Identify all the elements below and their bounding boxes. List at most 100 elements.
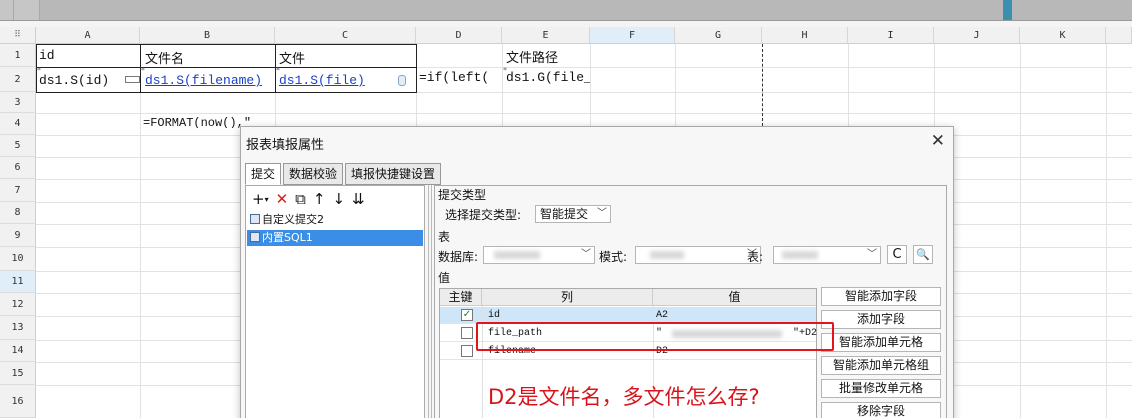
cell-d2[interactable]: =if(left( (419, 70, 502, 90)
table-select[interactable]: ﹀ (773, 246, 881, 264)
cell-c2[interactable]: ds1.S(file) (275, 67, 417, 93)
row-header-9[interactable]: 9 (0, 224, 36, 247)
move-down-icon[interactable]: ↓ (332, 190, 345, 208)
submit-list-toolbar: +▾ ✕ ⧉ ↑ ↓ ⇊ (252, 190, 365, 209)
row-header-12[interactable]: 12 (0, 293, 36, 316)
submit-list-panel: +▾ ✕ ⧉ ↑ ↓ ⇊ 自定义提交2 内置SQL1 (245, 185, 425, 418)
cell-e2[interactable]: ds1.G(file_ (506, 70, 590, 90)
list-item-label: 内置SQL1 (262, 231, 313, 244)
smart-add-cell-group-button[interactable]: 智能添加单元格组 (821, 356, 941, 375)
delete-icon[interactable]: ✕ (276, 190, 289, 208)
row-header-10[interactable]: 10 (0, 247, 36, 271)
row-header-3[interactable]: 3 (0, 92, 36, 113)
dialog-tabs: 提交 数据校验 填报快捷键设置 (245, 163, 442, 185)
redacted-value (494, 251, 540, 259)
tab-submit[interactable]: 提交 (245, 163, 282, 185)
tab-data-validation[interactable]: 数据校验 (283, 163, 344, 185)
primary-key-checkbox[interactable]: ✓ (461, 309, 473, 321)
row-header-13[interactable]: 13 (0, 316, 36, 340)
cell-b1[interactable]: 文件名 (140, 44, 276, 68)
row-header-16[interactable]: 16 (0, 385, 36, 418)
cell-corner-mark: * (37, 66, 41, 75)
primary-key-checkbox[interactable] (461, 327, 473, 339)
cell-c1[interactable]: 文件 (275, 44, 417, 68)
chevron-down-icon: ﹀ (597, 208, 607, 219)
tab-fill-shortcuts[interactable]: 填报快捷键设置 (345, 163, 442, 185)
row-header-5[interactable]: 5 (0, 135, 36, 157)
column-header-g[interactable]: G (675, 27, 762, 44)
column-header-h[interactable]: H (762, 27, 848, 44)
smart-add-cell-button[interactable]: 智能添加单元格 (821, 333, 941, 352)
table-group-label: 表 (438, 230, 451, 244)
database-label: 数据库: (438, 250, 479, 264)
header-value[interactable]: 值 (653, 289, 816, 306)
add-field-button[interactable]: 添加字段 (821, 310, 941, 329)
database-select[interactable]: ﹀ (483, 246, 595, 264)
row-header-4[interactable]: 4 (0, 113, 36, 135)
values-group-label: 值 (438, 271, 451, 285)
column-header-a[interactable]: A (36, 27, 140, 44)
cell-a1[interactable]: id (36, 44, 141, 68)
select-all-corner[interactable]: ⠿ (0, 27, 36, 44)
dialog-title: 报表填报属性 (246, 138, 325, 153)
column-header-c[interactable]: C (275, 27, 416, 44)
smart-add-field-button[interactable]: 智能添加字段 (821, 287, 941, 306)
page-break-line (762, 44, 763, 126)
column-header-j[interactable]: J (934, 27, 1020, 44)
refresh-icon[interactable]: C (887, 245, 907, 264)
chevron-down-icon: ﹀ (867, 249, 877, 260)
cell-corner-mark: * (141, 66, 145, 75)
row-header-2[interactable]: 2 (0, 67, 36, 92)
add-icon[interactable]: +▾ (252, 190, 269, 209)
column-header-extra[interactable] (1106, 27, 1132, 44)
primary-key-checkbox[interactable] (461, 345, 473, 357)
row-header-14[interactable]: 14 (0, 340, 36, 362)
submit-item-icon (250, 232, 260, 242)
column-header-k[interactable]: K (1020, 27, 1106, 44)
row-header-7[interactable]: 7 (0, 179, 36, 202)
add-icon-glyph: + (252, 189, 265, 208)
toolbar-segment (0, 0, 14, 20)
submit-item-icon (250, 214, 260, 224)
copy-icon[interactable]: ⧉ (295, 190, 306, 208)
column-header-b[interactable]: B (140, 27, 275, 44)
list-item-custom-submit[interactable]: 自定义提交2 (250, 212, 324, 228)
remove-field-button[interactable]: 移除字段 (821, 402, 941, 418)
question-annotation: D2是文件名，多文件怎么存? (488, 385, 760, 409)
close-icon[interactable]: ✕ (931, 131, 945, 151)
schema-label: 模式: (599, 250, 628, 264)
list-item-label: 自定义提交2 (262, 213, 324, 226)
cell-widget-icon (125, 76, 140, 83)
batch-modify-cells-button[interactable]: 批量修改单元格 (821, 379, 941, 398)
grid-line (140, 44, 141, 418)
top-toolbar (0, 0, 1132, 21)
move-up-icon[interactable]: ↑ (313, 190, 326, 208)
grid-line (36, 113, 1132, 114)
cell-e1[interactable]: 文件路径 (506, 47, 590, 65)
toolbar-accent (1003, 0, 1012, 20)
row-header-8[interactable]: 8 (0, 202, 36, 224)
header-column[interactable]: 列 (482, 289, 653, 306)
column-header-f[interactable]: F (590, 27, 675, 44)
row-header-15[interactable]: 15 (0, 362, 36, 385)
redacted-value (782, 251, 818, 259)
column-header-e[interactable]: E (502, 27, 590, 44)
list-item-builtin-sql[interactable]: 内置SQL1 (247, 230, 423, 246)
row-header-11[interactable]: 11 (0, 271, 36, 293)
row-header-6[interactable]: 6 (0, 157, 36, 179)
highlight-box (476, 322, 834, 351)
schema-select[interactable]: ﹀ (635, 246, 761, 264)
column-header-d[interactable]: D (416, 27, 502, 44)
table-name-label: 表: (747, 250, 764, 264)
sort-icon[interactable]: ⇊ (352, 190, 365, 208)
chevron-down-icon: ﹀ (581, 249, 591, 260)
header-primary-key[interactable]: 主键 (440, 289, 482, 306)
search-icon[interactable]: 🔍 (913, 245, 933, 264)
cell-b2[interactable]: ds1.S(filename) (140, 67, 276, 93)
row-header-1[interactable]: 1 (0, 44, 36, 67)
toolbar-segment (14, 0, 40, 20)
submit-type-select[interactable]: 智能提交 ﹀ (535, 205, 611, 223)
grid-line (1020, 44, 1021, 418)
panel-splitter[interactable] (428, 185, 432, 418)
column-header-i[interactable]: I (848, 27, 934, 44)
